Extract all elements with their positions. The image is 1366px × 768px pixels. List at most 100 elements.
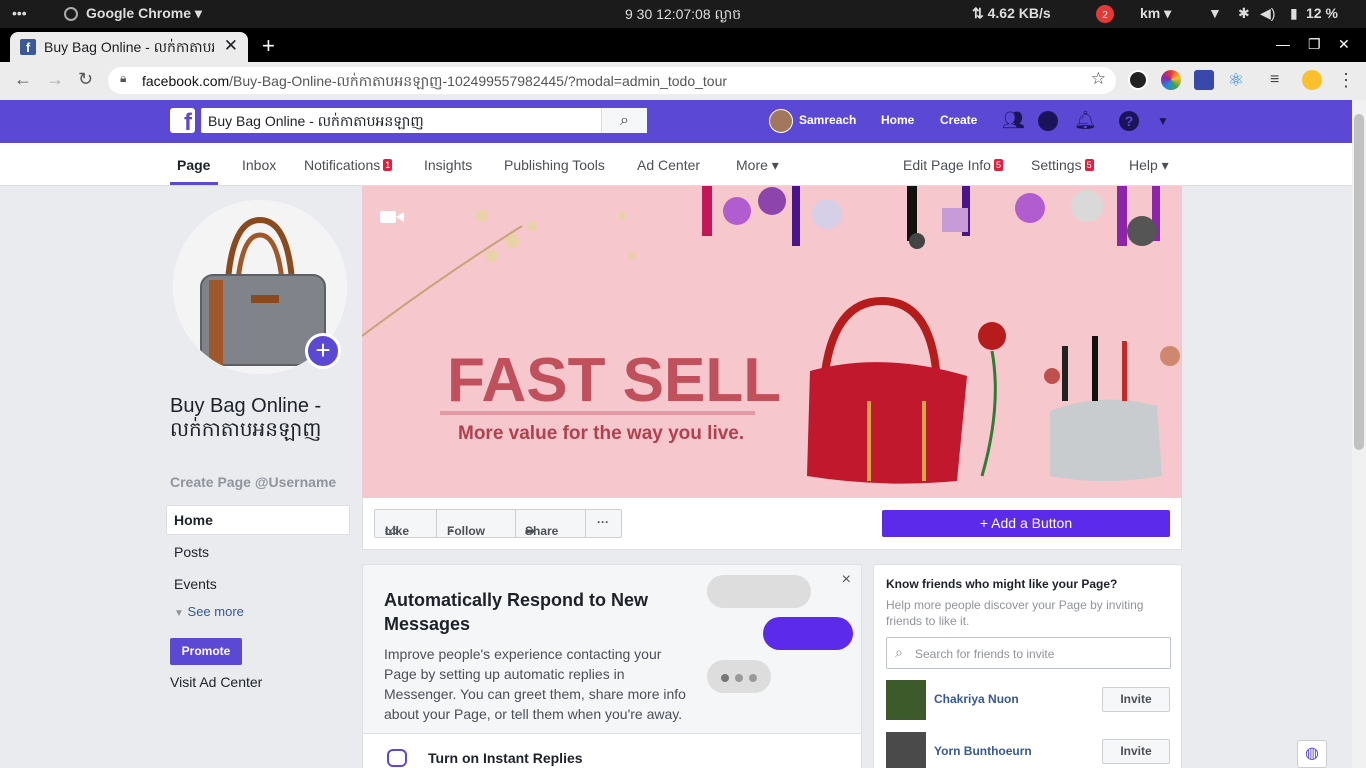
account-menu-chevron-icon[interactable]: ▼ [1157,114,1169,128]
divider [515,510,516,537]
back-icon[interactable]: ← [14,69,32,90]
invite-heading: Know friends who might like your Page? [886,577,1118,591]
promote-button[interactable]: Promote [170,638,242,665]
notifications-badge: 1 [383,159,393,171]
see-more-link[interactable]: ▼ See more [174,604,244,619]
instant-replies-row[interactable]: Turn on Instant Replies [363,733,861,768]
chevron-down-icon: ▼ [174,608,184,619]
page-name[interactable]: Buy Bag Online - លក់កាតាបអនឡាញ [170,394,350,442]
os-app-name[interactable]: Google Chrome ▾ [86,5,202,22]
scrollbar-thumb[interactable] [1354,114,1364,450]
left-nav-events[interactable]: Events [174,576,217,592]
tab-notifications[interactable]: Notifications 1 [304,157,393,173]
invite-button[interactable]: Invite [1102,687,1170,712]
maximize-icon[interactable]: ❐ [1308,36,1321,53]
cover-headline: FAST SELL [447,346,781,415]
profile-avatar-icon[interactable] [1302,70,1322,90]
close-icon[interactable]: × [842,571,851,589]
lock-icon[interactable]: 🔒︎ [120,71,126,86]
create-link[interactable]: Create [940,113,977,127]
invite-subtext: Help more people discover your Page by i… [886,598,1144,628]
visit-ad-center-link[interactable]: Visit Ad Center [170,674,262,690]
extension-square-icon[interactable] [1194,70,1214,90]
list-item: Yorn Bunthoeurn Invite [886,732,1176,768]
tab-settings[interactable]: Settings 5 [1031,157,1094,173]
facebook-search-input[interactable]: Buy Bag Online - លក់កាតាបអនឡាញ [208,112,424,133]
friend-search-input[interactable]: ⌕ Search for friends to invite [886,637,1171,669]
os-menu-icon[interactable]: ••• [12,5,27,21]
tab-ad-center[interactable]: Ad Center [637,157,700,173]
chrome-icon [64,7,78,21]
media-queue-icon[interactable]: ≡ [1270,70,1290,90]
auto-respond-description: Improve people's experience contacting y… [384,646,686,722]
left-nav-posts[interactable]: Posts [174,544,209,560]
omnibox[interactable]: 🔒︎ facebook.com/Buy-Bag-Online-លក់កាតាបអ… [108,67,1116,94]
chat-bubble-illustration [763,617,853,650]
friend-name[interactable]: Chakriya Nuon [934,692,1019,706]
url-text[interactable]: facebook.com/Buy-Bag-Online-លក់កាតាបអនឡា… [142,72,727,93]
os-clock[interactable]: 9 30 12:07:08 ល្ងាច [625,5,741,26]
bookmark-star-icon[interactable]: ☆ [1091,69,1106,89]
tab-inbox[interactable]: Inbox [242,157,276,173]
react-devtools-icon[interactable]: ⚛ [1226,70,1246,90]
invite-button[interactable]: Invite [1102,739,1170,764]
cover-tagline: More value for the way you live. [458,423,744,444]
page-actions: 👍︎ Like ◔ Follow ➦ Share ··· [374,509,622,538]
edit-info-badge: 5 [993,159,1003,171]
tab-publishing-tools[interactable]: Publishing Tools [504,157,605,173]
tab-help[interactable]: Help ▾ [1129,157,1169,174]
forward-icon[interactable]: → [46,69,64,90]
cover-photo[interactable]: FAST SELL More value for the way you liv… [362,186,1182,498]
left-nav-home[interactable]: Home [174,512,213,528]
tab-page[interactable]: Page [177,157,210,173]
search-icon[interactable]: ⌕ [601,108,647,133]
friend-name[interactable]: Yorn Bunthoeurn [934,744,1032,758]
list-item: Chakriya Nuon Invite [886,680,1176,720]
os-network-speed: ⇅ 4.62 KB/s [972,5,1051,21]
home-link[interactable]: Home [881,113,914,127]
add-a-button[interactable]: + Add a Button [882,510,1170,537]
os-top-bar: ••• Google Chrome ▾ 9 30 12:07:08 ល្ងាច … [0,0,1366,28]
battery-icon[interactable]: ▮ [1290,5,1298,22]
active-tab-indicator [170,182,218,185]
notifications-bell-icon[interactable]: 🔔︎ [1074,110,1097,131]
browser-tab[interactable]: f Buy Bag Online - លក់កាតាបអនឡាញ ✕ [10,32,248,62]
os-notification-badge[interactable]: 2 [1096,5,1114,23]
facebook-logo-icon[interactable]: f [170,108,195,133]
window-close-icon[interactable]: ✕ [1338,36,1350,53]
minimize-icon[interactable]: — [1276,36,1290,52]
typing-dot [721,674,729,682]
friend-avatar[interactable] [886,732,926,768]
tab-edit-page-info[interactable]: Edit Page Info 5 [903,157,1003,173]
extension-color-icon[interactable] [1161,70,1181,90]
tab-close-icon[interactable]: ✕ [224,36,238,56]
facebook-search[interactable]: Buy Bag Online - លក់កាតាបអនឡាញ ⌕ [201,108,647,133]
new-tab-icon[interactable]: + [262,33,275,59]
search-icon: ⌕ [895,644,903,660]
extension-panda-icon[interactable] [1128,70,1148,90]
tab-more[interactable]: More ▾ [736,157,779,174]
add-photo-button[interactable]: + [305,333,341,369]
help-icon[interactable]: ? [1119,111,1139,131]
typing-dot [749,674,757,682]
tab-insights[interactable]: Insights [424,157,472,173]
globe-icon[interactable]: ◍ [1297,740,1327,768]
messenger-icon[interactable] [1038,111,1058,131]
bluetooth-icon[interactable]: ✱ [1238,5,1250,22]
battery-level: 12 % [1306,5,1338,21]
reload-icon[interactable]: ↻ [78,69,93,90]
os-language[interactable]: km ▾ [1140,5,1171,22]
create-username-link[interactable]: Create Page @Username [170,474,336,490]
chat-bubble-illustration [707,575,811,608]
divider [585,510,586,537]
instant-replies-link[interactable]: Turn on Instant Replies [428,750,583,766]
user-avatar[interactable] [769,109,793,133]
friend-avatar[interactable] [886,680,926,720]
volume-icon[interactable]: ◀) [1260,5,1275,22]
wifi-icon[interactable]: ▼ [1208,5,1222,21]
user-name-link[interactable]: Samreach [799,113,856,127]
auto-respond-title: Automatically Respond to New Messages [384,590,649,634]
more-options-button[interactable]: ··· [597,515,609,529]
chrome-menu-icon[interactable]: ⋮ [1336,70,1356,90]
friend-requests-icon[interactable]: 👥︎ [1002,110,1025,131]
